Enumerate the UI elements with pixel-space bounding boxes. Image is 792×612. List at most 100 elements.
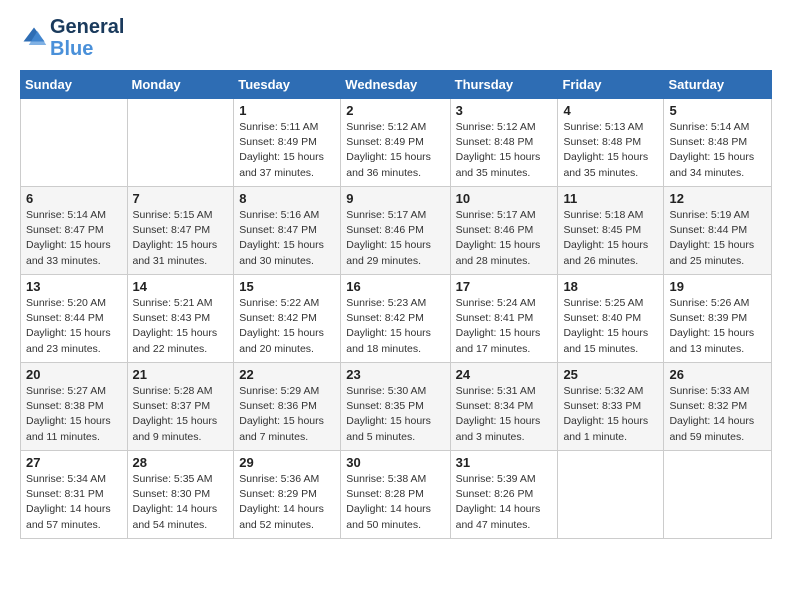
- calendar-cell: 28 Sunrise: 5:35 AM Sunset: 8:30 PM Dayli…: [127, 451, 234, 539]
- day-number: 30: [346, 455, 444, 470]
- day-of-week-header: Saturday: [664, 71, 772, 99]
- day-info: Sunrise: 5:30 AM Sunset: 8:35 PM Dayligh…: [346, 384, 444, 445]
- day-number: 18: [563, 279, 658, 294]
- day-number: 9: [346, 191, 444, 206]
- day-number: 23: [346, 367, 444, 382]
- day-info: Sunrise: 5:28 AM Sunset: 8:37 PM Dayligh…: [133, 384, 229, 445]
- day-info: Sunrise: 5:26 AM Sunset: 8:39 PM Dayligh…: [669, 296, 766, 357]
- day-info: Sunrise: 5:13 AM Sunset: 8:48 PM Dayligh…: [563, 120, 658, 181]
- day-info: Sunrise: 5:21 AM Sunset: 8:43 PM Dayligh…: [133, 296, 229, 357]
- calendar-week-row: 20 Sunrise: 5:27 AM Sunset: 8:38 PM Dayli…: [21, 363, 772, 451]
- calendar-cell: [127, 99, 234, 187]
- calendar-cell: 5 Sunrise: 5:14 AM Sunset: 8:48 PM Daylig…: [664, 99, 772, 187]
- calendar-cell: 23 Sunrise: 5:30 AM Sunset: 8:35 PM Dayli…: [341, 363, 450, 451]
- logo-icon: [20, 24, 48, 52]
- day-info: Sunrise: 5:38 AM Sunset: 8:28 PM Dayligh…: [346, 472, 444, 533]
- calendar-cell: 16 Sunrise: 5:23 AM Sunset: 8:42 PM Dayli…: [341, 275, 450, 363]
- day-number: 15: [239, 279, 335, 294]
- calendar-cell: 30 Sunrise: 5:38 AM Sunset: 8:28 PM Dayli…: [341, 451, 450, 539]
- day-number: 1: [239, 103, 335, 118]
- day-info: Sunrise: 5:17 AM Sunset: 8:46 PM Dayligh…: [346, 208, 444, 269]
- day-number: 4: [563, 103, 658, 118]
- calendar-cell: 31Sunrise: 5:39 AM Sunset: 8:26 PM Dayli…: [450, 451, 558, 539]
- day-info: Sunrise: 5:23 AM Sunset: 8:42 PM Dayligh…: [346, 296, 444, 357]
- calendar-cell: 15Sunrise: 5:22 AM Sunset: 8:42 PM Dayli…: [234, 275, 341, 363]
- day-info: Sunrise: 5:11 AM Sunset: 8:49 PM Dayligh…: [239, 120, 335, 181]
- calendar-cell: 18Sunrise: 5:25 AM Sunset: 8:40 PM Dayli…: [558, 275, 664, 363]
- day-info: Sunrise: 5:16 AM Sunset: 8:47 PM Dayligh…: [239, 208, 335, 269]
- day-info: Sunrise: 5:18 AM Sunset: 8:45 PM Dayligh…: [563, 208, 658, 269]
- calendar-cell: [558, 451, 664, 539]
- calendar-week-row: 27 Sunrise: 5:34 AM Sunset: 8:31 PM Dayli…: [21, 451, 772, 539]
- day-info: Sunrise: 5:34 AM Sunset: 8:31 PM Dayligh…: [26, 472, 122, 533]
- day-number: 14: [133, 279, 229, 294]
- day-of-week-header: Thursday: [450, 71, 558, 99]
- day-info: Sunrise: 5:39 AM Sunset: 8:26 PM Dayligh…: [456, 472, 553, 533]
- calendar-cell: 26Sunrise: 5:33 AM Sunset: 8:32 PM Dayli…: [664, 363, 772, 451]
- day-info: Sunrise: 5:29 AM Sunset: 8:36 PM Dayligh…: [239, 384, 335, 445]
- calendar-cell: 14 Sunrise: 5:21 AM Sunset: 8:43 PM Dayli…: [127, 275, 234, 363]
- calendar-week-row: 6 Sunrise: 5:14 AM Sunset: 8:47 PM Daylig…: [21, 187, 772, 275]
- day-number: 6: [26, 191, 122, 206]
- calendar-cell: 6 Sunrise: 5:14 AM Sunset: 8:47 PM Daylig…: [21, 187, 128, 275]
- calendar: SundayMondayTuesdayWednesdayThursdayFrid…: [20, 70, 772, 539]
- calendar-cell: 3 Sunrise: 5:12 AM Sunset: 8:48 PM Daylig…: [450, 99, 558, 187]
- day-number: 11: [563, 191, 658, 206]
- day-number: 5: [669, 103, 766, 118]
- day-info: Sunrise: 5:12 AM Sunset: 8:48 PM Dayligh…: [456, 120, 553, 181]
- day-info: Sunrise: 5:14 AM Sunset: 8:47 PM Dayligh…: [26, 208, 122, 269]
- day-number: 27: [26, 455, 122, 470]
- calendar-cell: 24Sunrise: 5:31 AM Sunset: 8:34 PM Dayli…: [450, 363, 558, 451]
- day-number: 29: [239, 455, 335, 470]
- day-number: 16: [346, 279, 444, 294]
- day-of-week-header: Sunday: [21, 71, 128, 99]
- day-of-week-header: Wednesday: [341, 71, 450, 99]
- calendar-cell: 19Sunrise: 5:26 AM Sunset: 8:39 PM Dayli…: [664, 275, 772, 363]
- calendar-cell: 29Sunrise: 5:36 AM Sunset: 8:29 PM Dayli…: [234, 451, 341, 539]
- day-number: 17: [456, 279, 553, 294]
- day-of-week-header: Tuesday: [234, 71, 341, 99]
- calendar-cell: 12Sunrise: 5:19 AM Sunset: 8:44 PM Dayli…: [664, 187, 772, 275]
- calendar-cell: 17Sunrise: 5:24 AM Sunset: 8:41 PM Dayli…: [450, 275, 558, 363]
- calendar-cell: 2 Sunrise: 5:12 AM Sunset: 8:49 PM Daylig…: [341, 99, 450, 187]
- day-number: 7: [133, 191, 229, 206]
- day-number: 25: [563, 367, 658, 382]
- day-of-week-header: Monday: [127, 71, 234, 99]
- day-number: 13: [26, 279, 122, 294]
- day-info: Sunrise: 5:17 AM Sunset: 8:46 PM Dayligh…: [456, 208, 553, 269]
- day-info: Sunrise: 5:14 AM Sunset: 8:48 PM Dayligh…: [669, 120, 766, 181]
- calendar-cell: 4 Sunrise: 5:13 AM Sunset: 8:48 PM Daylig…: [558, 99, 664, 187]
- calendar-week-row: 13 Sunrise: 5:20 AM Sunset: 8:44 PM Dayli…: [21, 275, 772, 363]
- day-of-week-header: Friday: [558, 71, 664, 99]
- day-info: Sunrise: 5:12 AM Sunset: 8:49 PM Dayligh…: [346, 120, 444, 181]
- calendar-header-row: SundayMondayTuesdayWednesdayThursdayFrid…: [21, 71, 772, 99]
- calendar-cell: 13 Sunrise: 5:20 AM Sunset: 8:44 PM Dayli…: [21, 275, 128, 363]
- calendar-cell: 27 Sunrise: 5:34 AM Sunset: 8:31 PM Dayli…: [21, 451, 128, 539]
- day-info: Sunrise: 5:15 AM Sunset: 8:47 PM Dayligh…: [133, 208, 229, 269]
- day-number: 3: [456, 103, 553, 118]
- day-info: Sunrise: 5:27 AM Sunset: 8:38 PM Dayligh…: [26, 384, 122, 445]
- header: General Blue: [20, 16, 772, 60]
- day-number: 2: [346, 103, 444, 118]
- day-info: Sunrise: 5:19 AM Sunset: 8:44 PM Dayligh…: [669, 208, 766, 269]
- day-number: 22: [239, 367, 335, 382]
- day-number: 21: [133, 367, 229, 382]
- calendar-week-row: 1 Sunrise: 5:11 AM Sunset: 8:49 PM Daylig…: [21, 99, 772, 187]
- day-info: Sunrise: 5:32 AM Sunset: 8:33 PM Dayligh…: [563, 384, 658, 445]
- day-info: Sunrise: 5:20 AM Sunset: 8:44 PM Dayligh…: [26, 296, 122, 357]
- day-info: Sunrise: 5:35 AM Sunset: 8:30 PM Dayligh…: [133, 472, 229, 533]
- calendar-cell: [21, 99, 128, 187]
- calendar-cell: 11 Sunrise: 5:18 AM Sunset: 8:45 PM Dayli…: [558, 187, 664, 275]
- day-number: 10: [456, 191, 553, 206]
- page: General Blue SundayMondayTuesdayWednesda…: [0, 0, 792, 612]
- day-number: 20: [26, 367, 122, 382]
- logo: General Blue: [20, 16, 124, 60]
- calendar-cell: 8Sunrise: 5:16 AM Sunset: 8:47 PM Daylig…: [234, 187, 341, 275]
- calendar-cell: 9 Sunrise: 5:17 AM Sunset: 8:46 PM Daylig…: [341, 187, 450, 275]
- calendar-cell: 1 Sunrise: 5:11 AM Sunset: 8:49 PM Daylig…: [234, 99, 341, 187]
- calendar-cell: 21 Sunrise: 5:28 AM Sunset: 8:37 PM Dayli…: [127, 363, 234, 451]
- calendar-cell: 25 Sunrise: 5:32 AM Sunset: 8:33 PM Dayli…: [558, 363, 664, 451]
- calendar-cell: 20 Sunrise: 5:27 AM Sunset: 8:38 PM Dayli…: [21, 363, 128, 451]
- day-number: 28: [133, 455, 229, 470]
- logo-text: General Blue: [50, 16, 124, 60]
